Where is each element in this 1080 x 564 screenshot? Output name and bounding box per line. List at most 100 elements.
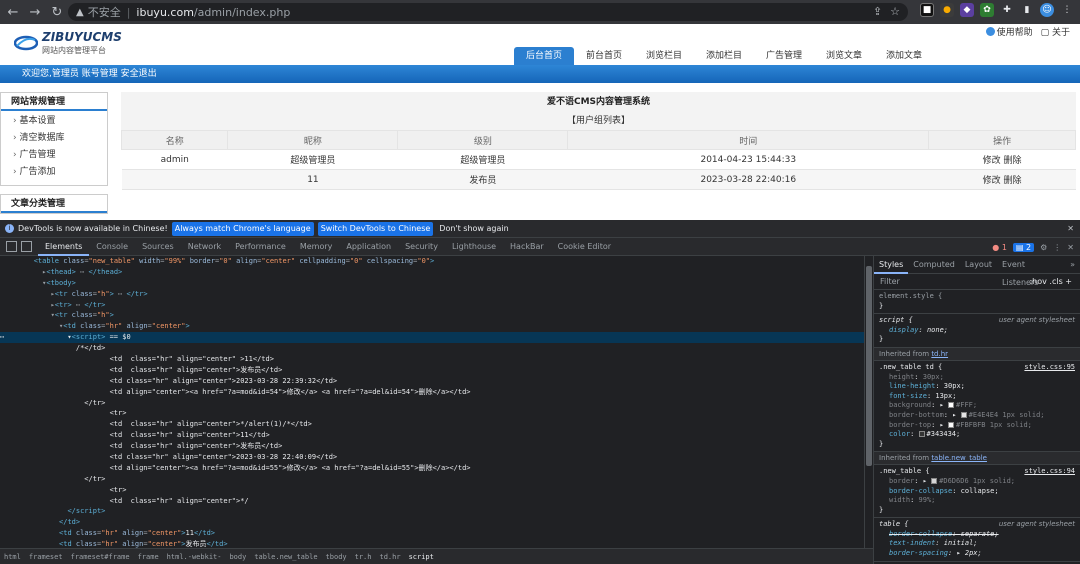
elements-scrollbar[interactable] xyxy=(864,256,873,548)
sidebar-section-categories: 文章分类管理 xyxy=(1,195,107,213)
browser-toolbar: ← → ↻ ▲ 不安全 | ibuyu.com /admin/index.php… xyxy=(0,0,1080,24)
address-bar[interactable]: ▲ 不安全 | ibuyu.com /admin/index.php ⇪ ☆ xyxy=(68,3,908,21)
tab-layout[interactable]: Layout xyxy=(960,256,997,274)
breadcrumb-item[interactable]: frameset xyxy=(25,553,67,561)
nav-browse-columns[interactable]: 浏览栏目 xyxy=(634,47,694,65)
dont-show-button[interactable]: Don't show again xyxy=(439,224,508,233)
extension-icon[interactable]: ● xyxy=(940,3,954,17)
device-toolbar-icon[interactable] xyxy=(21,241,32,252)
tab-event-listeners[interactable]: Event Listeners xyxy=(997,256,1065,287)
breadcrumb-item[interactable]: tr.h xyxy=(351,553,376,561)
style-rule-new-table-td[interactable]: .new_table td {style.css:95 height: 30px… xyxy=(874,361,1080,453)
devtools-tabbar: Elements Console Sources Network Perform… xyxy=(0,238,1080,256)
source-link[interactable]: style.css:95 xyxy=(1024,363,1075,373)
nav-browse-articles[interactable]: 浏览文章 xyxy=(814,47,874,65)
extension-icon[interactable]: ◆ xyxy=(960,3,974,17)
warning-icon: ▲ xyxy=(76,6,84,18)
sidepanel-icon[interactable]: ▮ xyxy=(1020,3,1034,17)
back-icon[interactable]: ← xyxy=(4,3,22,21)
tab-hackbar[interactable]: HackBar xyxy=(503,238,551,256)
scroll-thumb[interactable] xyxy=(866,266,872,466)
nav-front-home[interactable]: 前台首页 xyxy=(574,47,634,65)
help-link[interactable]: 使用帮助 xyxy=(985,25,1033,38)
inspect-icon[interactable] xyxy=(6,241,17,252)
sidebar-item-ad-manage[interactable]: 广告管理 xyxy=(1,147,107,164)
col-header: 时间 xyxy=(567,130,930,150)
sidebar: 网站常规管理 基本设置 清空数据库 广告管理 广告添加 文章分类管理 xyxy=(0,92,108,220)
help-icon xyxy=(985,27,995,36)
issues-badge[interactable]: ▤ 2 xyxy=(1012,242,1035,252)
more-options-icon[interactable]: ⋮ xyxy=(1053,243,1061,252)
inherited-header: Inherited from table.new_table xyxy=(874,452,1080,466)
extension-icon[interactable]: ✿ xyxy=(980,3,994,17)
tab-memory[interactable]: Memory xyxy=(293,238,340,256)
tab-security[interactable]: Security xyxy=(398,238,445,256)
breadcrumb-item[interactable]: html xyxy=(0,553,25,561)
more-tabs-icon[interactable]: » xyxy=(1065,256,1080,274)
nav-ad-manage[interactable]: 广告管理 xyxy=(754,47,814,65)
breadcrumb-item[interactable]: body xyxy=(225,553,250,561)
filter-input[interactable]: Filter xyxy=(880,277,900,286)
switch-language-button[interactable]: Switch DevTools to Chinese xyxy=(317,221,434,236)
tab-console[interactable]: Console xyxy=(89,238,135,256)
breadcrumb-item[interactable]: td.hr xyxy=(375,553,404,561)
sidebar-item-basic-settings[interactable]: 基本设置 xyxy=(1,113,107,130)
tab-elements[interactable]: Elements xyxy=(38,238,90,256)
error-badge[interactable]: ● 1 xyxy=(992,243,1007,252)
hov-cls-toggles[interactable]: :hov .cls + xyxy=(1029,277,1072,286)
close-icon[interactable]: ✕ xyxy=(1067,224,1074,233)
logo-icon xyxy=(14,35,38,51)
col-header: 昵称 xyxy=(227,130,399,150)
share-icon[interactable]: ⇪ xyxy=(873,5,882,18)
style-rule-new-table[interactable]: .new_table {style.css:94 border: ▸ #D6D6… xyxy=(874,465,1080,519)
breadcrumb-item[interactable]: script xyxy=(405,553,438,561)
style-rule-table[interactable]: table {user agent stylesheet border-coll… xyxy=(874,518,1080,562)
styles-filter[interactable]: Filter :hov .cls + xyxy=(874,274,1080,290)
page-title: 爱不语CMS内容管理系统 xyxy=(121,92,1076,112)
breadcrumb-item[interactable]: frame xyxy=(134,553,163,561)
style-rule-script[interactable]: script {user agent stylesheet display: n… xyxy=(874,314,1080,348)
source-link[interactable]: style.css:94 xyxy=(1024,467,1075,477)
menu-icon[interactable]: ⋮ xyxy=(1060,3,1074,17)
notice-text: DevTools is now available in Chinese! xyxy=(18,224,168,233)
settings-gear-icon[interactable]: ⚙ xyxy=(1040,243,1047,252)
breadcrumb-item[interactable]: tbody xyxy=(322,553,351,561)
style-rule-element[interactable]: element.style { } xyxy=(874,290,1080,315)
about-link[interactable]: ▢ 关于 xyxy=(1041,25,1070,38)
reload-icon[interactable]: ↻ xyxy=(48,3,66,21)
welcome-bar[interactable]: 欢迎您,管理员 账号管理 安全退出 xyxy=(0,65,1080,83)
tab-styles[interactable]: Styles xyxy=(874,256,909,274)
nav-add-article[interactable]: 添加文章 xyxy=(874,47,934,65)
extension-icon[interactable]: ■ xyxy=(920,3,934,17)
row-actions[interactable]: 修改 删除 xyxy=(928,149,1076,170)
tab-sources[interactable]: Sources xyxy=(135,238,181,256)
tab-application[interactable]: Application xyxy=(339,238,398,256)
nav-add-column[interactable]: 添加栏目 xyxy=(694,47,754,65)
insecure-label: 不安全 xyxy=(87,6,121,19)
top-nav: 后台首页 前台首页 浏览栏目 添加栏目 广告管理 浏览文章 添加文章 xyxy=(514,47,934,65)
user-group-table: 名称 昵称 级别 时间 操作 admin 超级管理员 超级管理员 2014-04… xyxy=(120,130,1076,190)
bookmark-star-icon[interactable]: ☆ xyxy=(890,5,900,18)
forward-icon[interactable]: → xyxy=(26,3,44,21)
breadcrumb-item[interactable]: frameset#frame xyxy=(67,553,134,561)
col-header: 操作 xyxy=(928,130,1076,150)
match-language-button[interactable]: Always match Chrome's language xyxy=(171,221,314,236)
tab-computed[interactable]: Computed xyxy=(908,256,960,274)
avatar[interactable]: ☺ xyxy=(1040,3,1054,17)
group-list-title: 【用户组列表】 xyxy=(121,112,1076,130)
tab-lighthouse[interactable]: Lighthouse xyxy=(445,238,503,256)
tab-network[interactable]: Network xyxy=(181,238,228,256)
styles-pane: Styles Computed Layout Event Listeners »… xyxy=(873,256,1080,564)
elements-dom-tree[interactable]: <table class="new_table" width="99%" bor… xyxy=(0,256,864,548)
sidebar-section-general: 网站常规管理 xyxy=(1,93,107,111)
breadcrumb-item[interactable]: html.-webkit- xyxy=(163,553,226,561)
breadcrumb-item[interactable]: table.new_table xyxy=(250,553,321,561)
tab-cookie-editor[interactable]: Cookie Editor xyxy=(551,238,618,256)
tab-performance[interactable]: Performance xyxy=(228,238,293,256)
row-actions[interactable]: 修改 删除 xyxy=(928,169,1076,190)
close-devtools-icon[interactable]: ✕ xyxy=(1067,243,1074,252)
puzzle-icon[interactable]: ✚ xyxy=(1000,3,1014,17)
nav-admin-home[interactable]: 后台首页 xyxy=(514,47,574,65)
sidebar-item-clear-db[interactable]: 清空数据库 xyxy=(1,130,107,147)
sidebar-item-ad-add[interactable]: 广告添加 xyxy=(1,164,107,181)
